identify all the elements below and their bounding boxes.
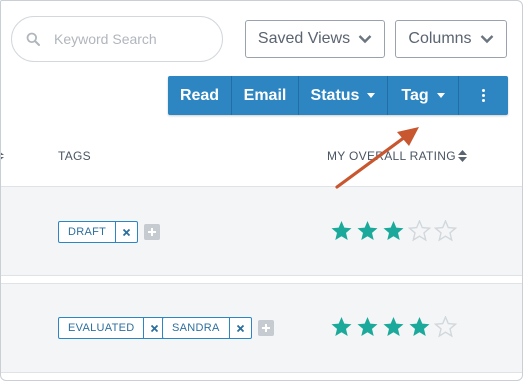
saved-views-dropdown[interactable]: Saved Views [245, 20, 385, 58]
columns-dropdown[interactable]: Columns [395, 20, 507, 58]
sort-icon[interactable] [458, 150, 467, 162]
star-filled-icon[interactable] [408, 316, 431, 338]
rating-stars[interactable] [330, 220, 457, 242]
contacts-table-panel: Saved Views Columns Read Email Status Ta… [0, 0, 523, 381]
add-tag-button[interactable] [258, 320, 274, 336]
rating-stars[interactable] [330, 316, 457, 338]
status-label: Status [310, 86, 360, 104]
tag-chip: DRAFT [58, 221, 139, 243]
tag-label: EVALUATED [59, 318, 145, 338]
remove-tag-button[interactable] [230, 318, 251, 338]
columns-label: Columns [408, 30, 472, 47]
star-filled-icon[interactable] [382, 220, 405, 242]
plus-icon [148, 228, 156, 236]
tag-chip: EVALUATED [58, 317, 167, 339]
table-row[interactable]: DRAFT [1, 186, 522, 276]
email-button[interactable]: Email [232, 76, 299, 115]
sort-icon[interactable] [0, 150, 5, 162]
caret-down-icon [367, 93, 376, 98]
star-filled-icon[interactable] [356, 316, 379, 338]
star-empty-icon[interactable] [434, 220, 457, 242]
star-filled-icon[interactable] [356, 220, 379, 242]
add-tag-button[interactable] [144, 224, 160, 240]
remove-tag-button[interactable] [116, 222, 137, 242]
rating-column-header[interactable]: MY OVERALL RATING [327, 149, 456, 163]
close-icon [236, 324, 244, 332]
close-icon [123, 228, 131, 236]
caret-down-icon [436, 93, 445, 98]
read-label: Read [179, 86, 220, 104]
tag-label: DRAFT [59, 222, 117, 242]
star-empty-icon[interactable] [408, 220, 431, 242]
chevron-down-icon [480, 35, 493, 44]
search-icon [26, 32, 40, 46]
star-filled-icon[interactable] [330, 316, 353, 338]
star-filled-icon[interactable] [330, 220, 353, 242]
tag-label: SANDRA [163, 318, 230, 338]
tags-column-header: TAGS [58, 149, 91, 163]
tag-label: Tag [401, 86, 429, 104]
more-vertical-icon [482, 89, 485, 92]
table-row[interactable]: EVALUATED SANDRA [1, 283, 522, 373]
search-box[interactable] [11, 16, 223, 62]
status-dropdown-button[interactable]: Status [299, 76, 388, 115]
email-label: Email [243, 86, 287, 104]
star-empty-icon[interactable] [434, 316, 457, 338]
saved-views-label: Saved Views [257, 30, 351, 47]
chevron-down-icon [358, 35, 372, 44]
bulk-actions-toolbar: Read Email Status Tag [168, 76, 508, 115]
read-button[interactable]: Read [168, 76, 232, 115]
star-filled-icon[interactable] [382, 316, 405, 338]
plus-icon [262, 324, 270, 332]
tag-chip: SANDRA [162, 317, 252, 339]
close-icon [151, 324, 159, 332]
more-actions-button[interactable] [459, 76, 508, 115]
search-input[interactable] [54, 31, 204, 47]
tag-dropdown-button[interactable]: Tag [388, 76, 459, 115]
